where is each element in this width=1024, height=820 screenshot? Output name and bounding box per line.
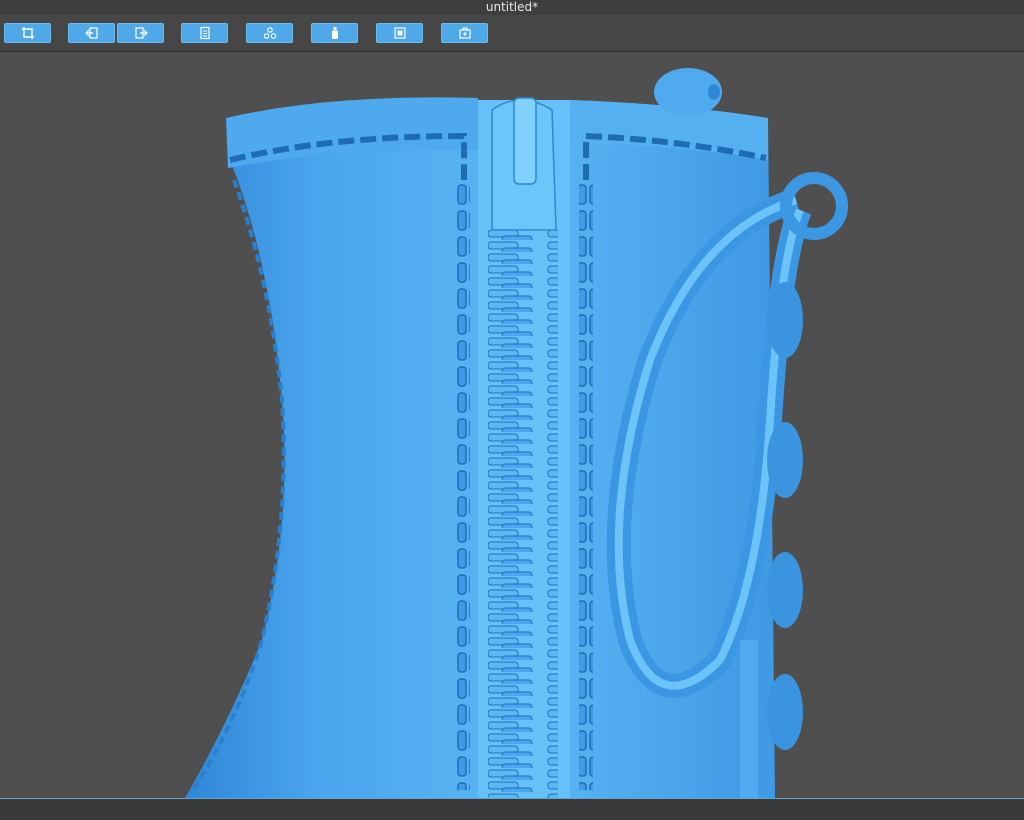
toolbar [0, 15, 1024, 52]
add-box-icon [458, 27, 471, 39]
add-box-button[interactable] [441, 23, 488, 43]
export-button[interactable] [117, 23, 164, 43]
document-button[interactable] [181, 23, 228, 43]
title-bar: untitled* [0, 0, 1024, 15]
3d-viewport[interactable] [0, 52, 1024, 798]
export-icon [134, 27, 148, 39]
bottle-icon [331, 27, 338, 39]
crop-icon [21, 27, 34, 39]
solid-icon [393, 27, 406, 39]
window-title: untitled* [485, 0, 539, 14]
components-button[interactable] [246, 23, 293, 43]
bottle-button[interactable] [311, 23, 358, 43]
document-icon [199, 26, 210, 40]
status-bar [0, 798, 1024, 820]
solid-button[interactable] [376, 23, 423, 43]
components-icon [263, 27, 276, 39]
import-button[interactable] [68, 23, 115, 43]
crop-button[interactable] [4, 23, 51, 43]
boot-model [185, 68, 848, 798]
import-icon [84, 27, 98, 39]
